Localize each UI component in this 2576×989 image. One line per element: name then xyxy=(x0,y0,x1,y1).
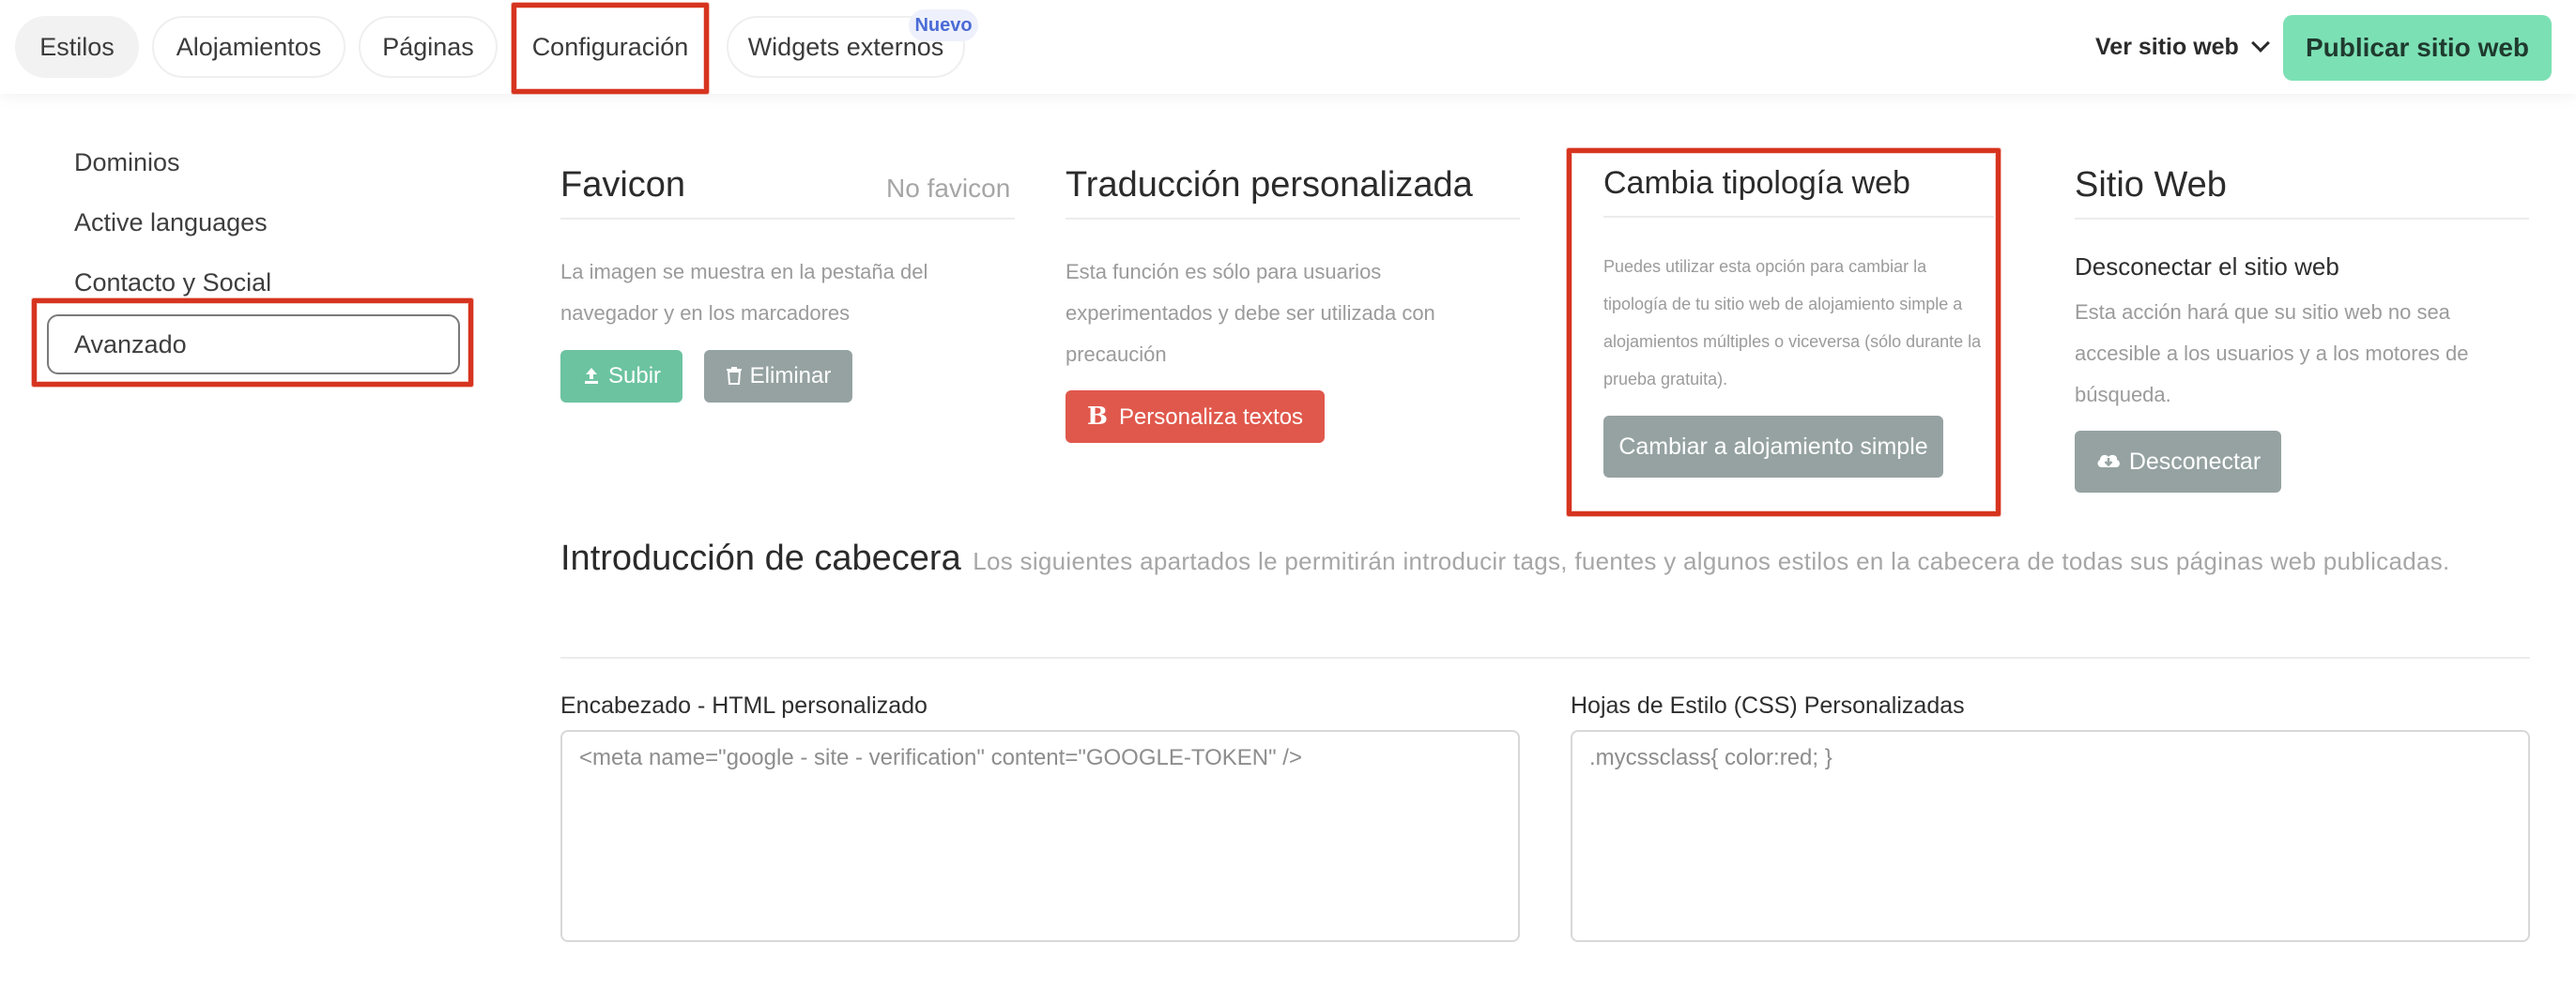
cloud-download-icon xyxy=(2097,455,2120,468)
tab-estilos[interactable]: Estilos xyxy=(15,16,139,78)
trash-icon xyxy=(726,366,742,385)
typology-description: Puedes utilizar esta opción para cambiar… xyxy=(1603,257,1982,388)
personalize-texts-button[interactable]: B Personaliza textos xyxy=(1066,390,1325,443)
tab-configuracion[interactable]: Configuración xyxy=(514,16,706,78)
html-field-label: Encabezado - HTML personalizado xyxy=(560,692,928,719)
website-title: Sitio Web xyxy=(2075,165,2227,205)
sidebar-item-avanzado[interactable]: Avanzado xyxy=(47,314,460,374)
favicon-title: Favicon xyxy=(560,165,686,205)
sidebar-item-active-languages[interactable]: Active languages xyxy=(74,208,268,237)
disconnect-label: Desconectar xyxy=(2128,449,2262,475)
tab-paginas[interactable]: Páginas xyxy=(359,16,498,78)
custom-css-input[interactable] xyxy=(1571,730,2530,942)
header-intro-title: Introducción de cabecera xyxy=(560,539,961,578)
translation-divider xyxy=(1066,218,1520,220)
publish-site-button[interactable]: Publicar sitio web xyxy=(2283,15,2552,81)
typology-title: Cambia tipología web xyxy=(1603,165,1910,201)
disconnect-subtitle: Desconectar el sitio web xyxy=(2075,252,2339,281)
sidebar-item-dominios[interactable]: Dominios xyxy=(74,148,180,177)
top-navigation: Estilos Alojamientos Páginas Configuraci… xyxy=(0,0,2576,94)
translation-title: Traducción personalizada xyxy=(1066,165,1473,205)
header-intro-description: Los siguientes apartados le permitirán i… xyxy=(973,547,2450,575)
new-badge: Nuevo xyxy=(909,9,978,41)
switch-simple-accommodation-button[interactable]: Cambiar a alojamiento simple xyxy=(1603,416,1943,478)
view-site-label: Ver sitio web xyxy=(2095,34,2239,60)
disconnect-button[interactable]: Desconectar xyxy=(2075,431,2281,493)
header-intro: Introducción de cabecera Los siguientes … xyxy=(560,525,2532,599)
translation-description: Esta función es sólo para usuarios exper… xyxy=(1066,260,1435,366)
delete-button[interactable]: Eliminar xyxy=(704,350,852,403)
favicon-divider xyxy=(560,218,1015,220)
typology-divider xyxy=(1603,216,1994,218)
header-intro-divider xyxy=(560,657,2530,659)
chevron-down-icon xyxy=(2250,34,2270,53)
upload-button[interactable]: Subir xyxy=(560,350,682,403)
bold-icon: B xyxy=(1086,403,1108,431)
favicon-status: No favicon xyxy=(886,174,1011,203)
personalize-texts-label: Personaliza textos xyxy=(1118,404,1304,430)
favicon-description: La imagen se muestra en la pestaña del n… xyxy=(560,260,928,325)
delete-label: Eliminar xyxy=(749,363,832,388)
website-divider xyxy=(2075,218,2529,220)
custom-html-input[interactable] xyxy=(560,730,1520,942)
view-site-dropdown[interactable]: Ver sitio web xyxy=(2095,26,2270,68)
css-field-label: Hojas de Estilo (CSS) Personalizadas xyxy=(1571,692,1965,719)
upload-icon xyxy=(584,367,598,384)
upload-label: Subir xyxy=(607,363,662,388)
sidebar-item-contacto-social[interactable]: Contacto y Social xyxy=(74,268,271,297)
tab-alojamientos[interactable]: Alojamientos xyxy=(152,16,345,78)
website-description: Esta acción hará que su sitio web no sea… xyxy=(2075,300,2469,406)
